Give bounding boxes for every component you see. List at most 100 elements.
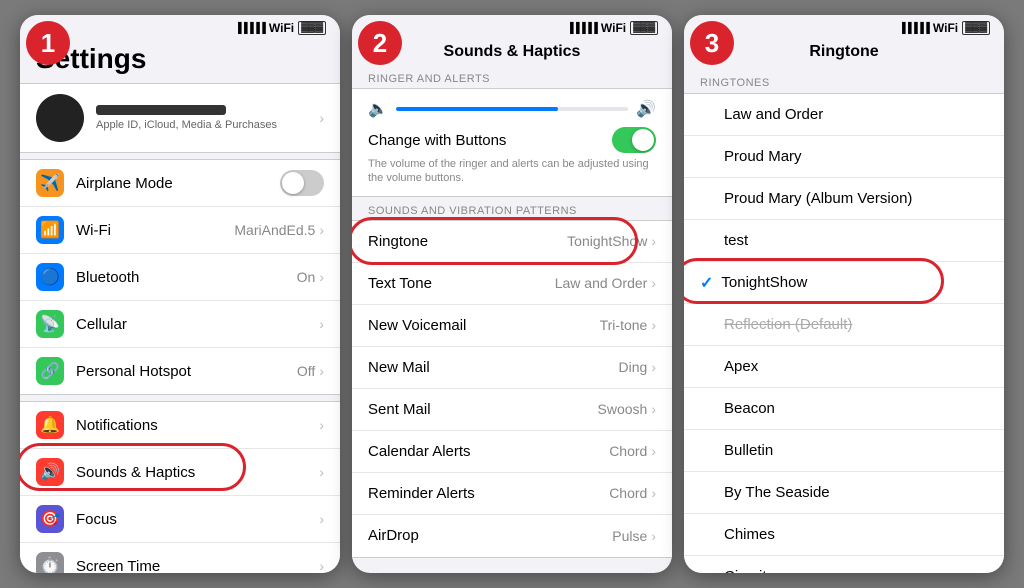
ringtone-item-reflection[interactable]: Reflection (Default) <box>684 304 1004 346</box>
ringtone-name-circuit: Circuit <box>724 568 988 573</box>
battery-icon-2: ▓▓▓ <box>630 21 658 35</box>
new-mail-label: New Mail <box>368 359 619 376</box>
text-tone-value: Law and Order <box>555 275 648 291</box>
change-buttons-row: Change with Buttons <box>368 127 656 153</box>
new-mail-chevron: › <box>651 359 656 375</box>
calendar-chevron: › <box>651 443 656 459</box>
signal-icon-1: ▐▐▐▐▐ <box>234 23 264 34</box>
bluetooth-icon: 🔵 <box>36 263 64 291</box>
notifications-label: Notifications <box>76 417 319 434</box>
new-mail-value: Ding <box>619 359 648 375</box>
ringtone-list: Law and Order Proud Mary Proud Mary (Alb… <box>684 93 1004 573</box>
hotspot-label: Personal Hotspot <box>76 363 297 380</box>
airplane-toggle[interactable] <box>280 170 324 196</box>
settings-row-sounds[interactable]: 🔊 Sounds & Haptics › <box>20 449 340 496</box>
sounds-row-ringtone[interactable]: Ringtone TonightShow › <box>352 221 672 263</box>
vol-high-icon: 🔊 <box>636 99 656 119</box>
airdrop-chevron: › <box>651 528 656 544</box>
hotspot-icon: 🔗 <box>36 357 64 385</box>
text-tone-label: Text Tone <box>368 275 555 292</box>
screen-time-chevron: › <box>319 558 324 573</box>
ringtone-item-circuit[interactable]: Circuit <box>684 556 1004 573</box>
ringtone-item-beacon[interactable]: Beacon <box>684 388 1004 430</box>
wifi-chevron: › <box>319 222 324 238</box>
bluetooth-value: On <box>297 269 316 285</box>
sounds-row-text-tone[interactable]: Text Tone Law and Order › <box>352 263 672 305</box>
voicemail-value: Tri-tone <box>600 317 648 333</box>
volume-fill <box>396 107 559 111</box>
screen-time-label: Screen Time <box>76 558 319 574</box>
settings-row-screen-time[interactable]: ⏱️ Screen Time › <box>20 543 340 573</box>
ringtone-name-law: Law and Order <box>724 106 988 123</box>
settings-row-hotspot[interactable]: 🔗 Personal Hotspot Off › <box>20 348 340 394</box>
sounds-row-sent-mail[interactable]: Sent Mail Swoosh › <box>352 389 672 431</box>
settings-group-2: 🔔 Notifications › 🔊 Sounds & Haptics › 🎯… <box>20 401 340 573</box>
ringtone-item-test[interactable]: test <box>684 220 1004 262</box>
ringtone-item-apex[interactable]: Apex <box>684 346 1004 388</box>
signal-icon-3: ▐▐▐▐▐ <box>898 23 928 34</box>
ringtone-label: Ringtone <box>368 233 567 250</box>
wifi-icon: 📶 <box>36 216 64 244</box>
ringtone-nav-title: Ringtone <box>809 43 878 61</box>
badge-2: 2 <box>358 21 402 65</box>
ringtone-item-proud-mary[interactable]: Proud Mary <box>684 136 1004 178</box>
ringtone-name-test: test <box>724 232 988 249</box>
sounds-row-reminder[interactable]: Reminder Alerts Chord › <box>352 473 672 515</box>
voicemail-label: New Voicemail <box>368 317 600 334</box>
cellular-label: Cellular <box>76 316 319 333</box>
wifi-label: Wi-Fi <box>76 222 234 239</box>
notifications-chevron: › <box>319 417 324 433</box>
volume-slider[interactable] <box>396 107 628 111</box>
ringtone-name-ref: Reflection (Default) <box>724 316 988 333</box>
battery-icon-3: ▓▓▓ <box>962 21 990 35</box>
ringtone-name-apex: Apex <box>724 358 988 375</box>
screen-time-icon: ⏱️ <box>36 552 64 573</box>
avatar <box>36 94 84 142</box>
hotspot-value: Off <box>297 363 315 379</box>
ringtone-item-by-the-seaside[interactable]: By The Seaside <box>684 472 1004 514</box>
settings-row-notifications[interactable]: 🔔 Notifications › <box>20 402 340 449</box>
profile-info: Apple ID, iCloud, Media & Purchases <box>96 105 277 131</box>
sounds-icon: 🔊 <box>36 458 64 486</box>
settings-row-airplane[interactable]: ✈️ Airplane Mode <box>20 160 340 207</box>
text-tone-chevron: › <box>651 275 656 291</box>
cellular-icon: 📡 <box>36 310 64 338</box>
ringtone-item-tonightshow[interactable]: ✓ TonightShow <box>684 262 1004 304</box>
ringtone-name-chimes: Chimes <box>724 526 988 543</box>
sounds-row-calendar[interactable]: Calendar Alerts Chord › <box>352 431 672 473</box>
ringtone-value: TonightShow <box>567 233 647 249</box>
battery-icon-1: ▓▓▓ <box>298 21 326 35</box>
bluetooth-label: Bluetooth <box>76 269 297 286</box>
sounds-row-voicemail[interactable]: New Voicemail Tri-tone › <box>352 305 672 347</box>
hotspot-chevron: › <box>319 363 324 379</box>
sounds-row-new-mail[interactable]: New Mail Ding › <box>352 347 672 389</box>
focus-label: Focus <box>76 511 319 528</box>
sounds-nav-title: Sounds & Haptics <box>444 43 581 61</box>
sounds-label: Sounds & Haptics <box>76 464 319 481</box>
profile-sub: Apple ID, iCloud, Media & Purchases <box>96 119 277 131</box>
calendar-label: Calendar Alerts <box>368 443 609 460</box>
ringtone-item-law-and-order[interactable]: Law and Order <box>684 94 1004 136</box>
settings-row-wifi[interactable]: 📶 Wi-Fi MariAndEd.5 › <box>20 207 340 254</box>
wifi-icon-3: WiFi <box>933 21 958 35</box>
settings-row-cellular[interactable]: 📡 Cellular › <box>20 301 340 348</box>
change-buttons-toggle[interactable] <box>612 127 656 153</box>
ringtone-item-proud-mary-album[interactable]: Proud Mary (Album Version) <box>684 178 1004 220</box>
settings-row-bluetooth[interactable]: 🔵 Bluetooth On › <box>20 254 340 301</box>
airplane-icon: ✈️ <box>36 169 64 197</box>
voicemail-chevron: › <box>651 317 656 333</box>
panel-settings: 1 ▐▐▐▐▐ WiFi ▓▓▓ Settings Apple ID, iClo… <box>20 15 340 573</box>
ringtone-item-bulletin[interactable]: Bulletin <box>684 430 1004 472</box>
sent-mail-chevron: › <box>651 401 656 417</box>
ringtone-chevron: › <box>651 233 656 249</box>
sounds-row-airdrop[interactable]: AirDrop Pulse › <box>352 515 672 557</box>
sounds-items-group: Ringtone TonightShow › Text Tone Law and… <box>352 220 672 558</box>
ringtone-name-bulletin: Bulletin <box>724 442 988 459</box>
ringtone-item-chimes[interactable]: Chimes <box>684 514 1004 556</box>
ringtone-name-pma: Proud Mary (Album Version) <box>724 190 988 207</box>
wifi-icon-2: WiFi <box>601 21 626 35</box>
settings-row-focus[interactable]: 🎯 Focus › <box>20 496 340 543</box>
vol-low-icon: 🔈 <box>368 99 388 119</box>
profile-row[interactable]: Apple ID, iCloud, Media & Purchases › <box>20 83 340 153</box>
reminder-label: Reminder Alerts <box>368 485 609 502</box>
